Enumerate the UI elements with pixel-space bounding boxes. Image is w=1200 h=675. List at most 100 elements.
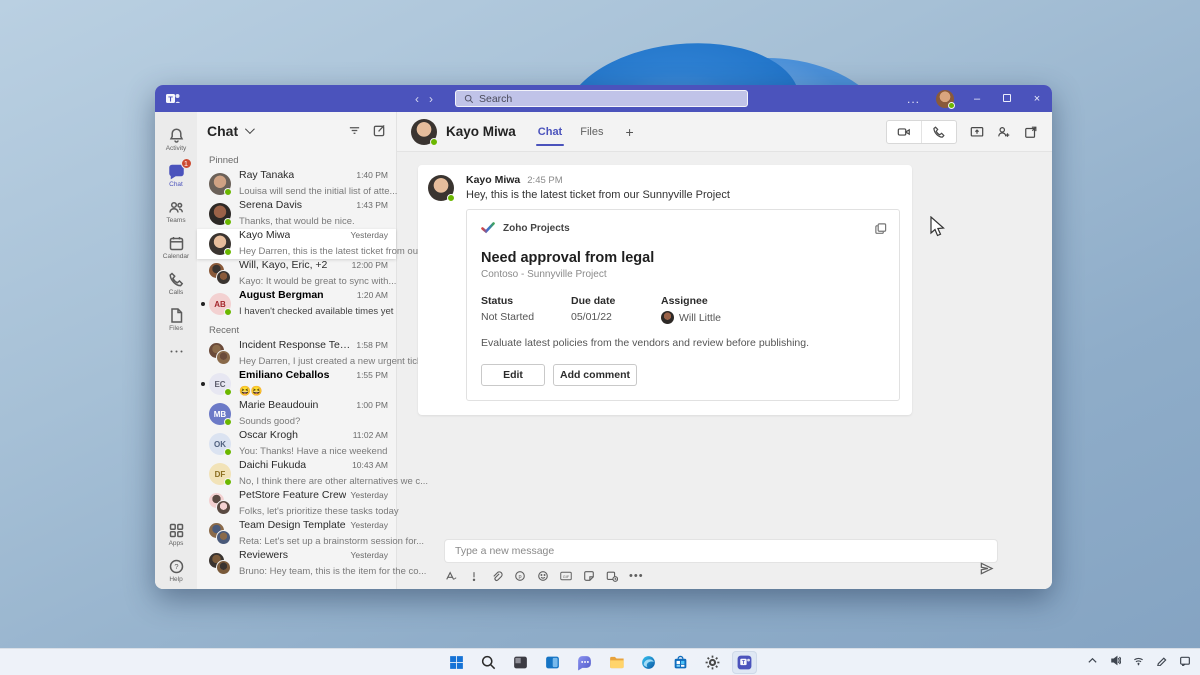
edit-button[interactable]: Edit: [481, 364, 545, 386]
chat-preview: Thanks, that would be nice.: [239, 216, 355, 227]
tab-files[interactable]: Files: [580, 112, 603, 152]
profile-avatar[interactable]: [936, 89, 955, 109]
chat-name: Reviewers: [239, 549, 289, 561]
system-tray: [1087, 648, 1190, 675]
message: Kayo Miwa 2:45 PM Hey, this is the lates…: [418, 165, 912, 415]
message-input[interactable]: Type a new message: [445, 540, 997, 562]
importance-icon[interactable]: [468, 570, 480, 582]
chat-list-item[interactable]: Serena Davis 1:43 PM Thanks, that would …: [197, 199, 396, 229]
taskbar-start-icon[interactable]: [444, 651, 469, 674]
forward-button[interactable]: ›: [429, 92, 433, 106]
svg-text:?: ?: [174, 562, 178, 571]
taskbar-teams-icon[interactable]: T: [731, 650, 757, 674]
dots-icon: [170, 350, 182, 353]
rail-item-activity[interactable]: Activity: [155, 122, 197, 158]
copy-icon: [875, 223, 887, 234]
send-icon: [980, 562, 994, 575]
chat-list-item[interactable]: Incident Response Team 1:58 PM Hey Darre…: [197, 339, 432, 369]
maximize-button[interactable]: [1000, 93, 1014, 105]
popout-chat-icon[interactable]: [1024, 125, 1038, 139]
taskbar-teams-chat-icon[interactable]: [572, 651, 597, 674]
add-comment-button[interactable]: Add comment: [553, 364, 637, 386]
group-avatar: [209, 263, 231, 285]
add-tab-button[interactable]: +: [625, 124, 633, 140]
titlebar-more-button[interactable]: ...: [907, 92, 920, 106]
search-icon: [464, 94, 474, 103]
rail-item-teams[interactable]: Teams: [155, 194, 197, 230]
filter-icon[interactable]: [348, 124, 361, 137]
copy-card-button[interactable]: [874, 222, 887, 240]
taskbar-dark-app-icon[interactable]: [508, 651, 533, 674]
send-button[interactable]: [979, 561, 994, 581]
rail-item-help[interactable]: ? Help: [155, 553, 197, 589]
tray-chevron-up-icon[interactable]: [1087, 653, 1098, 671]
rail-item-files[interactable]: Files: [155, 302, 197, 338]
chat-name: Serena Davis: [239, 199, 303, 211]
taskbar-settings-icon[interactable]: [700, 651, 725, 674]
attach-icon[interactable]: [491, 570, 503, 582]
loop-icon[interactable]: p: [514, 570, 526, 582]
rail-item-apps[interactable]: Apps: [155, 517, 197, 553]
taskbar-store-icon[interactable]: [668, 651, 693, 674]
chat-list-item[interactable]: Reviewers Yesterday Bruno: Hey team, thi…: [197, 549, 426, 579]
chat-list-item[interactable]: MB Marie Beaudouin 1:00 PM Sounds good?: [197, 399, 396, 429]
presence-badge: [224, 188, 232, 196]
chat-name: Emiliano Ceballos: [239, 369, 330, 381]
taskbar-blue-panels-app-icon[interactable]: [540, 651, 565, 674]
teams-window: T ‹ › Search ... – × Activity 1 Chat Tea…: [155, 85, 1052, 589]
compose-more-icon[interactable]: •••: [629, 570, 644, 582]
section-label: Recent: [209, 325, 240, 336]
add-people-icon[interactable]: [997, 125, 1011, 139]
audio-call-button[interactable]: [921, 120, 956, 143]
close-button[interactable]: ×: [1030, 93, 1044, 105]
sticker-icon[interactable]: [583, 570, 595, 582]
chat-list-item[interactable]: Will, Kayo, Eric, +2 12:00 PM Kayo: It w…: [197, 259, 396, 289]
chat-list-item[interactable]: Ray Tanaka 1:40 PM Louisa will send the …: [197, 169, 398, 199]
rail-item-chat[interactable]: 1 Chat: [155, 158, 197, 194]
chat-list-item[interactable]: PetStore Feature Crew Yesterday Folks, l…: [197, 489, 399, 519]
tab-chat[interactable]: Chat: [535, 112, 565, 152]
chat-list-item[interactable]: EC Emiliano Ceballos 1:55 PM 😆😆: [197, 369, 396, 399]
search-input[interactable]: Search: [455, 90, 748, 107]
rail-item-more[interactable]: [155, 338, 197, 366]
chat-list-item[interactable]: Kayo Miwa Yesterday Hey Darren, this is …: [197, 229, 432, 259]
chevron-down-icon[interactable]: [245, 124, 255, 135]
teams-logo-icon: T: [166, 93, 180, 103]
svg-text:p: p: [518, 574, 521, 580]
conversation-avatar[interactable]: [411, 118, 438, 146]
chat-list-item[interactable]: OK Oscar Krogh 11:02 AM You: Thanks! Have…: [197, 429, 396, 459]
format-icon[interactable]: [445, 570, 457, 582]
presence-badge: [430, 137, 438, 146]
back-button[interactable]: ‹: [415, 92, 419, 106]
rail-item-calls[interactable]: Calls: [155, 266, 197, 302]
presence-badge: [224, 478, 232, 486]
new-chat-icon[interactable]: [373, 124, 386, 137]
tray-volume-icon[interactable]: [1110, 653, 1122, 671]
assignee-avatar: [661, 311, 674, 324]
gif-icon[interactable]: GIF: [560, 570, 572, 582]
minimize-button[interactable]: –: [970, 93, 984, 105]
chat-preview: Louisa will send the initial list of att…: [239, 186, 398, 197]
chat-list-item[interactable]: Team Design Template Yesterday Reta: Let…: [197, 519, 424, 549]
ticket-title: Need approval from legal: [481, 250, 655, 266]
chat-preview: Folks, let's prioritize these tasks toda…: [239, 506, 399, 517]
chat-list-item[interactable]: AB August Bergman 1:20 AM I haven't check…: [197, 289, 396, 319]
tray-network-icon[interactable]: [1133, 653, 1144, 671]
tray-pen-icon[interactable]: [1156, 653, 1167, 671]
rail-item-calendar[interactable]: Calendar: [155, 230, 197, 266]
chat-time: 11:02 AM: [352, 430, 388, 440]
emoji-icon[interactable]: [537, 570, 549, 582]
chat-list-item[interactable]: DF Daichi Fukuda 10:43 AM No, I think the…: [197, 459, 428, 489]
taskbar-search-icon[interactable]: [476, 651, 501, 674]
taskbar-edge-icon[interactable]: [636, 651, 661, 674]
tray-notifications-icon[interactable]: [1179, 653, 1190, 671]
message-author-avatar[interactable]: [428, 175, 455, 202]
rail-item-label: Calendar: [162, 253, 190, 260]
video-call-button[interactable]: [887, 121, 921, 143]
chat-preview: You: Thanks! Have a nice weekend: [239, 446, 388, 457]
screen-share-icon[interactable]: [970, 125, 984, 139]
schedule-send-icon[interactable]: [606, 570, 618, 582]
taskbar-file-explorer-icon[interactable]: [604, 651, 629, 674]
rail-item-label: Chat: [169, 181, 183, 188]
chat-name: Will, Kayo, Eric, +2: [239, 259, 328, 271]
